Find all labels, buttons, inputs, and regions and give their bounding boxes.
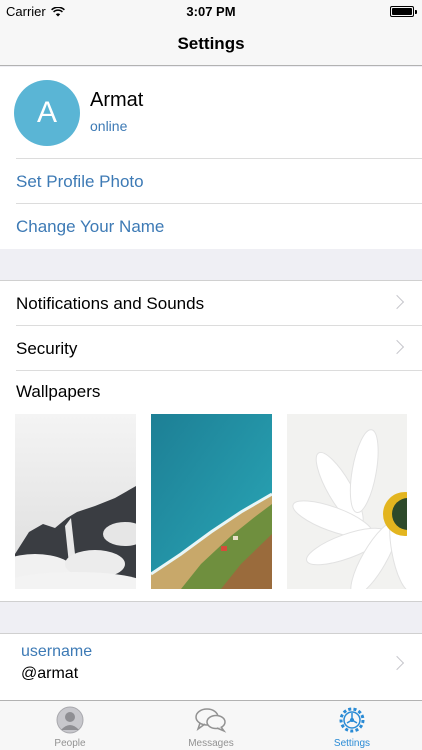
set-profile-photo-button[interactable]: Set Profile Photo (0, 159, 422, 204)
chevron-right-icon (389, 294, 405, 310)
avatar-initial: A (36, 96, 57, 129)
settings-group: Notifications and Sounds Security Wallpa… (0, 280, 422, 602)
tab-settings[interactable]: Settings (282, 701, 422, 750)
wallpaper-daisy-thumbnail[interactable] (287, 414, 407, 589)
username-row[interactable]: username @armat (0, 633, 422, 701)
tab-bar: People Messages Settings (0, 700, 422, 750)
chevron-right-icon (389, 655, 405, 671)
navigation-bar: Settings (0, 22, 422, 66)
status-time: 3:07 PM (186, 4, 236, 19)
page-title: Settings (177, 33, 245, 53)
person-icon (56, 706, 84, 734)
profile-name: Armat (90, 89, 144, 111)
security-label: Security (16, 338, 78, 358)
wallpaper-carousel[interactable] (15, 414, 407, 589)
tab-messages[interactable]: Messages (141, 701, 281, 750)
chevron-right-icon (389, 339, 405, 355)
tab-people[interactable]: People (0, 701, 140, 750)
divider (16, 370, 422, 371)
avatar[interactable]: A (14, 80, 80, 146)
username-label: username (21, 643, 93, 660)
notifications-and-sounds-row[interactable]: Notifications and Sounds (0, 281, 422, 326)
tab-settings-label: Settings (333, 738, 371, 749)
battery-icon (390, 6, 417, 17)
username-value: @armat (21, 665, 79, 682)
tab-messages-label: Messages (188, 738, 234, 749)
security-row[interactable]: Security (0, 326, 422, 371)
profile-status: online (90, 118, 128, 134)
wallpaper-mountain-thumbnail[interactable] (15, 414, 136, 589)
notifications-label: Notifications and Sounds (16, 293, 205, 313)
wallpapers-label: Wallpapers (16, 382, 101, 401)
change-name-button[interactable]: Change Your Name (0, 204, 422, 249)
settings-gear-icon (339, 707, 365, 733)
chat-bubbles-icon (195, 708, 227, 733)
tab-people-label: People (54, 738, 86, 749)
status-bar: Carrier 3:07 PM (0, 0, 422, 22)
profile-section: A Armat online Set Profile Photo Change … (0, 67, 422, 249)
wallpaper-coastline-thumbnail[interactable] (151, 414, 272, 589)
